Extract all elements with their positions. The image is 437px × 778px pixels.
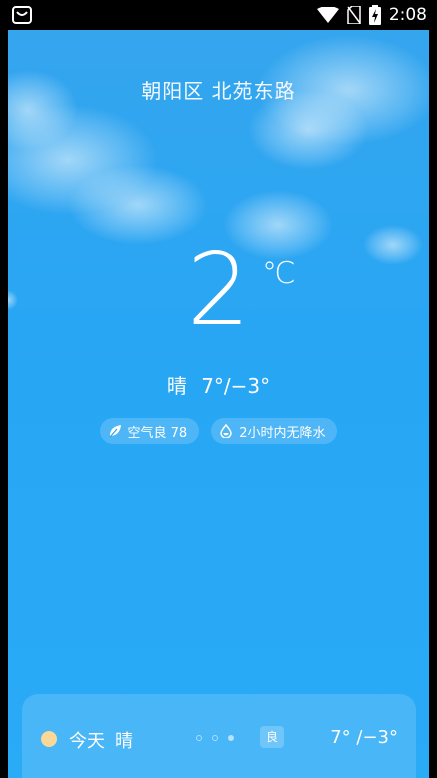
- page-dot: [196, 735, 202, 741]
- forecast-range: 7° /−3°: [330, 727, 398, 748]
- forecast-day: 今天: [69, 731, 105, 752]
- page-dot-active: [228, 735, 234, 741]
- weather-chips: 空气良 78 2小时内无降水: [8, 418, 429, 444]
- forecast-condition: 晴: [115, 731, 133, 752]
- air-quality-label: 空气良 78: [127, 425, 188, 441]
- page-indicator: [196, 735, 234, 741]
- status-bar: 2:08: [0, 0, 437, 30]
- location-title[interactable]: 朝阳区 北苑东路: [8, 75, 429, 104]
- notification-icon: [12, 6, 32, 24]
- condition-row: 晴 7°/−3°: [8, 370, 429, 399]
- status-icons: 2:08: [316, 4, 427, 26]
- page-dot: [212, 735, 218, 741]
- forecast-card[interactable]: 今天 晴 良 7° /−3°: [22, 694, 416, 778]
- air-quality-chip[interactable]: 空气良 78: [99, 418, 200, 444]
- battery-charging-icon: [368, 5, 381, 25]
- aqi-badge: 良: [260, 726, 284, 748]
- status-time: 2:08: [388, 5, 427, 25]
- weather-panel: 朝阳区 北苑东路 2 ℃ 晴 7°/−3° 空气良 78 2小时内无降水 今天 …: [8, 30, 429, 778]
- precipitation-chip[interactable]: 2小时内无降水: [211, 418, 338, 444]
- temperature-value: 2: [186, 231, 251, 348]
- no-sim-icon: [347, 6, 361, 24]
- condition-text: 晴: [166, 374, 187, 398]
- forecast-row-today[interactable]: 今天 晴 良 7° /−3°: [22, 724, 416, 754]
- wifi-icon: [316, 7, 339, 23]
- leaf-icon: [109, 425, 121, 438]
- weather-app-screen: 2:08 朝阳区 北苑东路 2 ℃ 晴 7°/−3° 空气良 78 2小时内无降…: [0, 0, 437, 778]
- precipitation-label: 2小时内无降水: [239, 425, 326, 441]
- current-temperature: 2: [8, 240, 429, 340]
- temperature-range: 7°/−3°: [201, 374, 271, 398]
- sun-dot-icon: [41, 731, 57, 747]
- raindrop-icon: [220, 424, 232, 438]
- temperature-unit: ℃: [262, 256, 296, 291]
